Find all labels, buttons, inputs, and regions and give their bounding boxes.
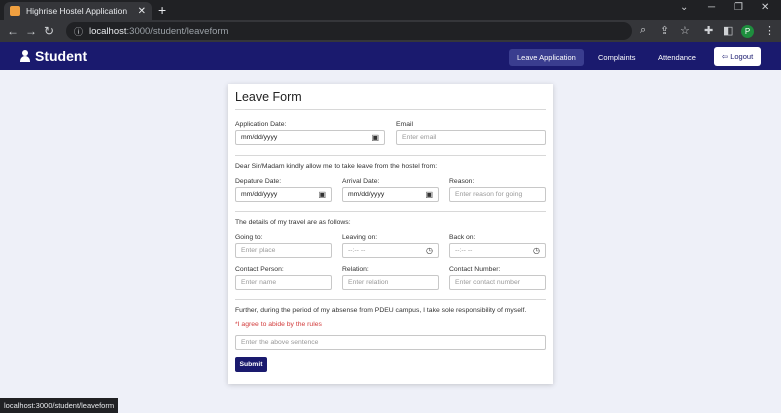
- brand[interactable]: Student: [20, 48, 87, 64]
- bookmark-star-icon[interactable]: ☆: [680, 24, 690, 37]
- calendar-icon[interactable]: ▣: [425, 188, 433, 201]
- site-info-icon[interactable]: ⓘ: [74, 25, 83, 38]
- travel-sentence: The details of my travel are as follows:: [235, 219, 351, 226]
- reason-input[interactable]: Enter reason for going: [449, 187, 546, 202]
- contact-number-label: Contact Number:: [449, 266, 501, 273]
- chevron-down-icon[interactable]: ⌄: [680, 2, 688, 13]
- reason-label: Reason:: [449, 178, 475, 185]
- going-to-input[interactable]: Enter place: [235, 243, 332, 258]
- user-icon: [20, 50, 30, 62]
- submit-button[interactable]: Submit: [235, 357, 267, 372]
- divider: [235, 299, 546, 300]
- nav-leave-application[interactable]: Leave Application: [509, 49, 584, 66]
- minimize-icon[interactable]: ─: [708, 2, 715, 13]
- agree-rules-text: *I agree to abide by the rules: [235, 321, 322, 328]
- restore-icon[interactable]: ❐: [734, 2, 743, 13]
- divider: [235, 109, 546, 110]
- leaving-on-time-input[interactable]: --:-- -- ◷: [342, 243, 439, 258]
- departure-date-label: Depature Date:: [235, 178, 282, 185]
- application-date-input[interactable]: mm/dd/yyyy ▣: [235, 130, 385, 145]
- status-bar-url: localhost:3000/student/leaveform: [0, 398, 119, 413]
- email-label: Email: [396, 121, 413, 128]
- back-on-time-input[interactable]: --:-- -- ◷: [449, 243, 546, 258]
- application-date-label: Application Date:: [235, 121, 287, 128]
- email-input[interactable]: Enter email: [396, 130, 546, 145]
- tab-title: Highrise Hostel Application: [26, 6, 128, 16]
- departure-date-input[interactable]: mm/dd/yyyy ▣: [235, 187, 332, 202]
- confirm-sentence-input[interactable]: Enter the above sentence: [235, 335, 546, 350]
- calendar-icon[interactable]: ▣: [371, 131, 379, 144]
- logout-label: Logout: [730, 52, 754, 61]
- browser-tab[interactable]: Highrise Hostel Application ✕: [4, 2, 152, 20]
- divider: [235, 155, 546, 156]
- browser-toolbar: ← → ↻ ⓘ localhost:3000/student/leaveform…: [0, 20, 781, 42]
- form-title: Leave Form: [235, 90, 302, 104]
- reload-icon[interactable]: ↻: [40, 24, 58, 38]
- nav-complaints[interactable]: Complaints: [590, 49, 644, 66]
- url-path: :3000/student/leaveform: [126, 25, 229, 37]
- responsibility-sentence: Further, during the period of my absense…: [235, 307, 527, 314]
- going-to-label: Going to:: [235, 234, 263, 241]
- arrival-date-label: Arrival Date:: [342, 178, 380, 185]
- contact-number-input[interactable]: Enter contact number: [449, 275, 546, 290]
- favicon-icon: [10, 6, 20, 16]
- close-tab-icon[interactable]: ✕: [138, 6, 146, 17]
- brand-label: Student: [35, 48, 88, 64]
- close-window-icon[interactable]: ✕: [761, 2, 769, 13]
- clock-icon[interactable]: ◷: [426, 244, 433, 257]
- app-navbar: Student Leave Application Complaints Att…: [0, 42, 781, 70]
- leaving-on-label: Leaving on:: [342, 234, 378, 241]
- nav-attendance[interactable]: Attendance: [650, 49, 704, 66]
- intro-sentence: Dear Sir/Madam kindly allow me to take l…: [235, 163, 438, 170]
- leave-form-card: Leave Form Application Date: mm/dd/yyyy ▣…: [228, 84, 553, 384]
- forward-arrow-icon[interactable]: →: [22, 24, 40, 38]
- new-tab-button[interactable]: +: [158, 2, 166, 18]
- browser-tab-bar: Highrise Hostel Application ✕ + ⌄ ─ ❐ ✕: [0, 0, 781, 20]
- back-arrow-icon[interactable]: ←: [4, 24, 22, 38]
- contact-person-input[interactable]: Enter name: [235, 275, 332, 290]
- divider: [235, 211, 546, 212]
- extensions-icon[interactable]: ✚: [704, 24, 713, 37]
- url-text: localhost:3000/student/leaveform: [89, 26, 228, 37]
- contact-person-label: Contact Person:: [235, 266, 284, 273]
- share-icon[interactable]: ⇪: [660, 24, 669, 37]
- arrival-date-input[interactable]: mm/dd/yyyy ▣: [342, 187, 439, 202]
- zoom-icon[interactable]: ⌕: [640, 24, 646, 37]
- sidebar-icon[interactable]: ◧: [723, 24, 733, 37]
- calendar-icon[interactable]: ▣: [318, 188, 326, 201]
- address-bar[interactable]: ⓘ localhost:3000/student/leaveform: [66, 22, 632, 40]
- url-host: localhost: [89, 25, 127, 37]
- relation-input[interactable]: Enter relation: [342, 275, 439, 290]
- logout-button[interactable]: ⇦ Logout: [714, 47, 761, 66]
- menu-dots-icon[interactable]: ⋮: [764, 24, 775, 37]
- relation-label: Relation:: [342, 266, 369, 273]
- back-on-label: Back on:: [449, 234, 476, 241]
- profile-avatar[interactable]: P: [741, 25, 754, 38]
- logout-icon: ⇦: [721, 52, 729, 61]
- clock-icon[interactable]: ◷: [533, 244, 540, 257]
